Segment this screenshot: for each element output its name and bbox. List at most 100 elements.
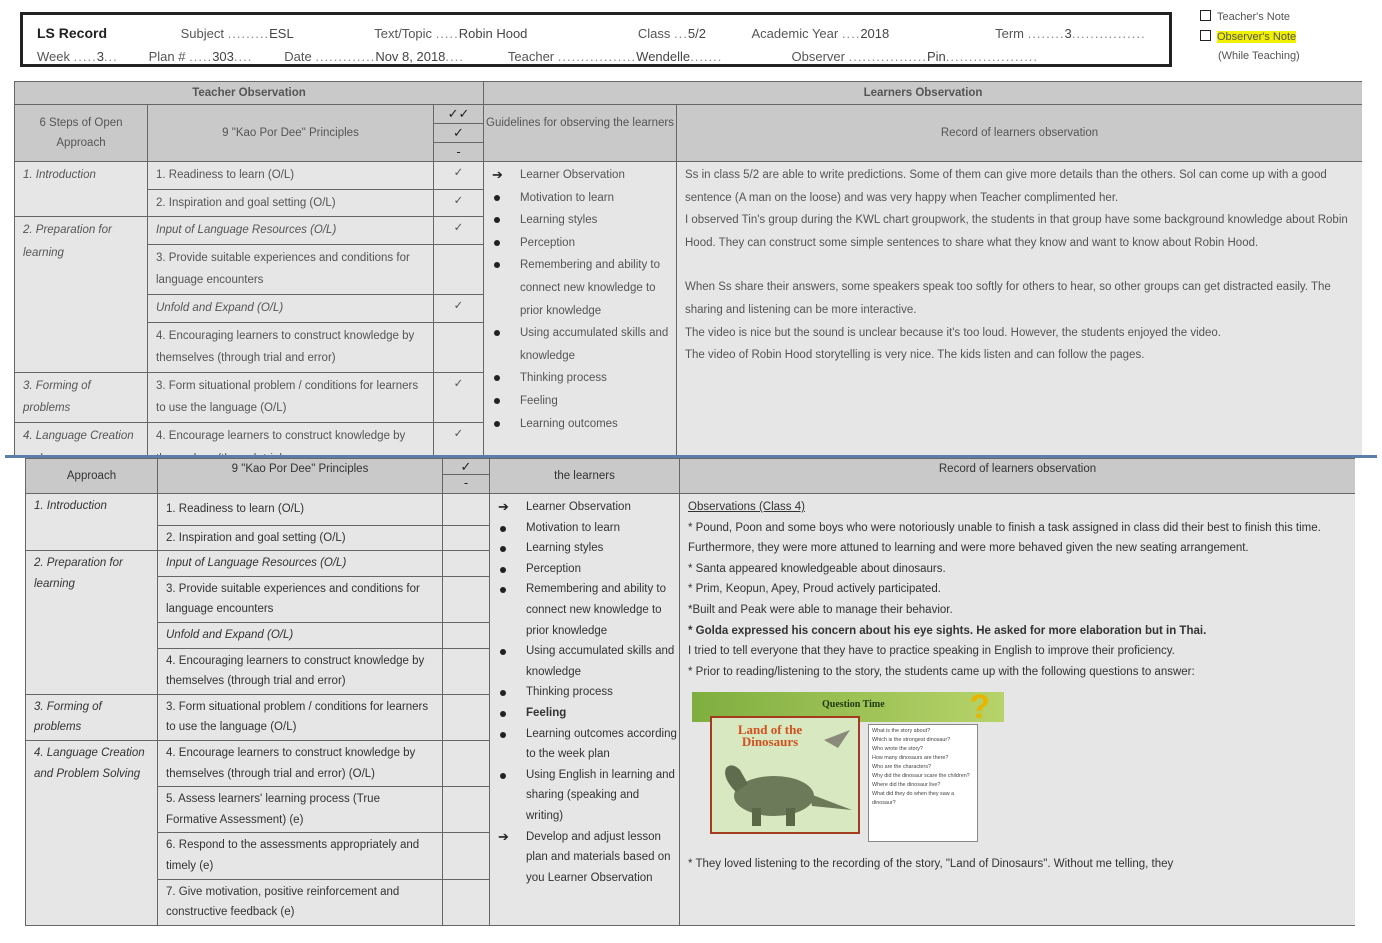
class-field: Class ...5/2 bbox=[637, 26, 706, 41]
principle-respond-assessments: 6. Respond to the assessments appropriat… bbox=[157, 832, 443, 880]
topic-field: Text/Topic .....Robin Hood bbox=[374, 26, 528, 41]
principle-give-motivation: 7. Give motivation, positive reinforceme… bbox=[157, 878, 443, 926]
observer-note-option[interactable]: Observer's Note bbox=[1200, 30, 1375, 50]
observer-note-label: Observer's Note bbox=[1217, 31, 1297, 43]
record-paragraph: * Golda expressed his concern about his … bbox=[688, 624, 1207, 637]
guideline-item: Using accumulated skills and knowledge bbox=[490, 641, 679, 682]
record-paragraph: The video of Robin Hood storytelling is … bbox=[685, 349, 1145, 362]
record-paragraph: I observed Tin's group during the KWL ch… bbox=[685, 214, 1348, 249]
record-title: Observations (Class 4) bbox=[688, 501, 805, 513]
term-field: Term ........3................ bbox=[995, 26, 1146, 41]
principle-construct-knowledge: 4. Encouraging learners to construct kno… bbox=[147, 321, 434, 373]
field-label: Date bbox=[284, 49, 312, 64]
guidelines-list-cell: Learner Observation Motivation to learn … bbox=[489, 493, 680, 926]
guidelines-column-header: Guidelines for observing the learners bbox=[483, 104, 677, 162]
header-row-1: LS Record Subject .........ESL Text/Topi… bbox=[37, 25, 1146, 41]
banner-title: Question Time bbox=[822, 699, 885, 711]
principles-column-header: 9 "Kao Por Dee" Principles bbox=[147, 104, 434, 162]
guideline-item: Learning outcomes bbox=[484, 413, 676, 436]
question-item: What did they do when they saw a dinosau… bbox=[872, 791, 955, 807]
record-paragraph: I tried to tell everyone that they have … bbox=[688, 645, 1175, 658]
question-item: Which is the strongest dinosaur? bbox=[872, 737, 951, 744]
teacher-note-option[interactable]: Teacher's Note bbox=[1200, 10, 1375, 30]
empty-check bbox=[442, 739, 490, 788]
principle-input-resources: Input of Language Resources (O/L) bbox=[147, 216, 434, 245]
step-preparation: 2. Preparation for learning bbox=[14, 216, 148, 373]
principle-situational-problem: 3. Form situational problem / conditions… bbox=[157, 693, 443, 741]
teacher-observation-header: Teacher Observation bbox=[14, 81, 484, 105]
checkbox-icon[interactable] bbox=[1200, 30, 1211, 41]
field-value: 3 bbox=[96, 49, 104, 64]
record-cell: Ss in class 5/2 are able to write predic… bbox=[675, 160, 1362, 455]
guidelines-list: Learner Observation Motivation to learn … bbox=[490, 497, 679, 888]
guidelines-list: Learner Observation Motivation to learn … bbox=[484, 164, 676, 435]
empty-check bbox=[442, 575, 490, 623]
check-mark: ✓ bbox=[433, 293, 484, 323]
guideline-item: Motivation to learn bbox=[484, 187, 676, 210]
teacher-field: Teacher .................Wendelle....... bbox=[507, 49, 723, 64]
question-time-image: Question Time ? Land of the Dinosaurs Wh… bbox=[692, 688, 1004, 848]
record-paragraph: * They loved listening to the recording … bbox=[688, 858, 1174, 871]
check-icon: ✓ bbox=[434, 124, 483, 143]
field-label: Week bbox=[37, 49, 70, 64]
bottom-observation-table: Approach 9 "Kao Por Dee" Principles ✓ - … bbox=[25, 458, 1355, 926]
check-icon: ✓ bbox=[443, 459, 489, 475]
empty-check bbox=[442, 832, 490, 880]
field-value: 2018 bbox=[860, 26, 890, 41]
guideline-item: Develop and adjust lesson plan and mater… bbox=[490, 827, 679, 889]
guideline-item: Learning styles bbox=[490, 538, 679, 559]
principle-suitable-experiences: 3. Provide suitable experiences and cond… bbox=[147, 243, 434, 295]
steps-column-header: 6 Steps of Open Approach bbox=[14, 104, 148, 162]
principle-construct-knowledge: 4. Encouraging learners to construct kno… bbox=[157, 647, 443, 695]
checkbox-icon[interactable] bbox=[1200, 10, 1211, 21]
step-preparation: 2. Preparation for learning bbox=[25, 550, 158, 695]
guideline-item: Perception bbox=[484, 232, 676, 255]
guideline-item: Learner Observation bbox=[484, 164, 676, 187]
principle-readiness: 1. Readiness to learn (O/L) bbox=[147, 161, 434, 190]
field-label: Class bbox=[637, 26, 671, 41]
record-title: LS Record bbox=[37, 25, 108, 41]
question-item: Who wrote the story? bbox=[872, 746, 923, 753]
field-label: Teacher bbox=[507, 49, 555, 64]
empty-check bbox=[442, 647, 490, 695]
field-label: Academic Year bbox=[751, 26, 839, 41]
guideline-item: Using English in learning and sharing (s… bbox=[490, 765, 679, 827]
field-value: 5/2 bbox=[687, 26, 706, 41]
question-item: Why did the dinosaur scare the children? bbox=[872, 773, 970, 780]
empty-check bbox=[442, 693, 490, 741]
principle-inspiration: 2. Inspiration and goal setting (O/L) bbox=[147, 188, 434, 218]
check-mark: ✓ bbox=[433, 421, 484, 455]
learners-observation-header: Learners Observation bbox=[482, 81, 1362, 105]
dash-icon: - bbox=[463, 475, 469, 490]
field-label: Text/Topic bbox=[374, 26, 433, 41]
record-paragraph: * Pound, Poon and some boys who were not… bbox=[688, 521, 1321, 555]
principle-readiness: 1. Readiness to learn (O/L) bbox=[157, 493, 443, 526]
question-list: What is the story about? Which is the st… bbox=[868, 724, 978, 843]
guideline-item: Motivation to learn bbox=[490, 518, 679, 539]
dash-icon: - bbox=[456, 144, 461, 159]
while-teaching-label: (While Teaching) bbox=[1218, 50, 1300, 62]
guideline-item: Thinking process bbox=[490, 682, 679, 703]
empty-check bbox=[433, 321, 484, 373]
principle-encourage-construct: 4. Encourage learners to construct knowl… bbox=[157, 739, 443, 788]
check-mark: ✓ bbox=[433, 216, 484, 245]
principle-unfold-expand: Unfold and Expand (O/L) bbox=[147, 293, 434, 323]
bottom-observation-page: Approach 9 "Kao Por Dee" Principles ✓ - … bbox=[25, 458, 1355, 943]
week-field: Week .....3... bbox=[37, 49, 118, 64]
empty-check bbox=[442, 524, 490, 552]
guideline-item: Remembering and ability to connect new k… bbox=[484, 254, 676, 322]
field-value: Nov 8, 2018 bbox=[375, 49, 446, 64]
record-paragraph: When Ss share their answers, some speake… bbox=[685, 281, 1331, 316]
record-column-header: Record of learners observation bbox=[679, 458, 1355, 494]
check-mark: ✓ bbox=[433, 161, 484, 190]
principle-unfold-expand: Unfold and Expand (O/L) bbox=[157, 621, 443, 649]
guidelines-column-header: the learners bbox=[489, 458, 680, 494]
question-mark-icon: ? bbox=[969, 688, 990, 727]
step-language-creation: 4. Language Creation and Problem Solving bbox=[25, 739, 158, 926]
step-language-creation: 4. Language Creation and bbox=[14, 421, 148, 455]
teacher-note-label: Teacher's Note bbox=[1217, 11, 1291, 23]
observer-field: Observer .................Pin...........… bbox=[791, 49, 1039, 64]
empty-check bbox=[442, 550, 490, 577]
step-forming-problems: 3. Forming of problems bbox=[25, 693, 158, 741]
empty-check bbox=[433, 243, 484, 295]
